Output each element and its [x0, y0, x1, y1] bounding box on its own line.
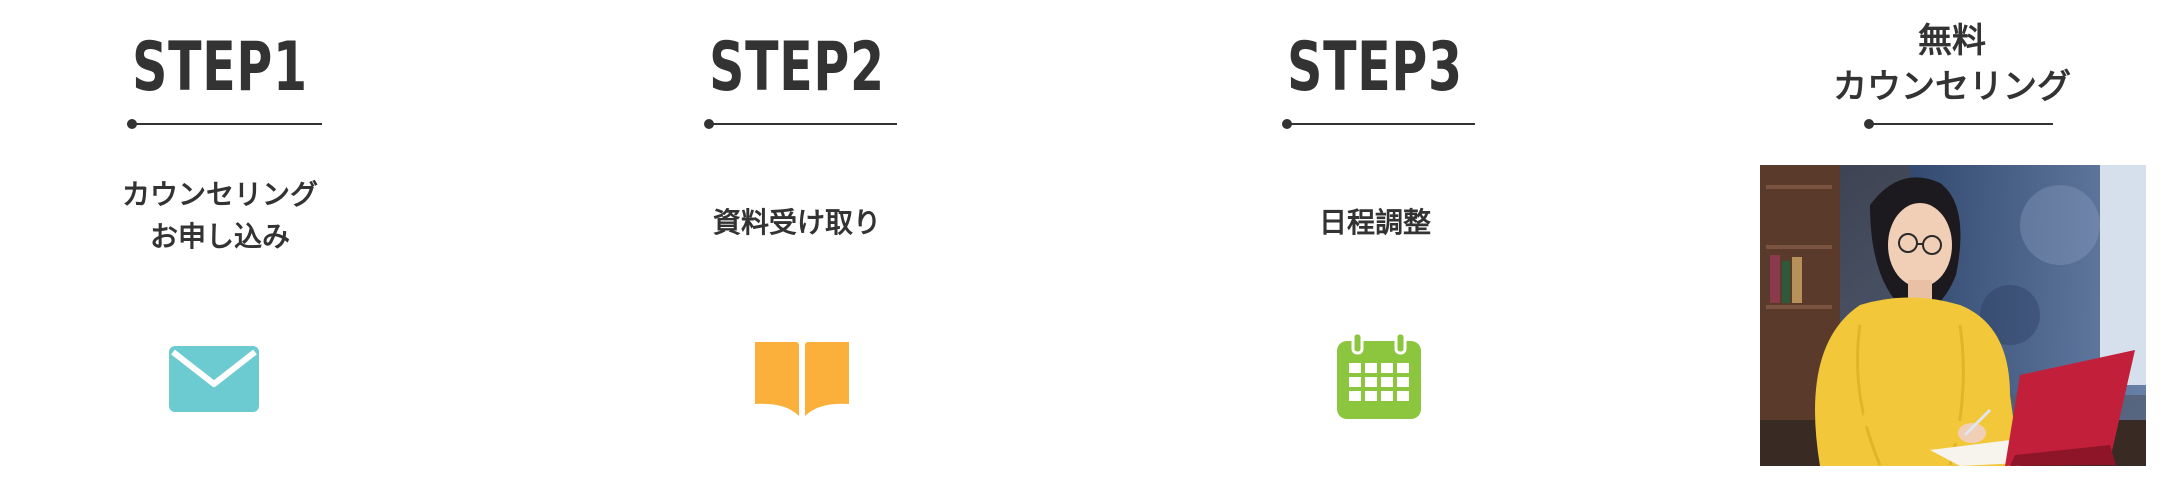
- free-counseling-title: 無料 カウンセリング: [1742, 18, 2162, 110]
- free-counseling-title-line1: 無料: [1918, 21, 1986, 61]
- step-1-divider: [127, 119, 322, 129]
- step-1: STEP1 カウンセリング お申し込み: [10, 0, 430, 498]
- step-2-divider: [704, 119, 897, 129]
- divider-dot: [1864, 119, 1874, 129]
- step-3-description: 日程調整: [1318, 206, 1431, 239]
- step-1-title: STEP1: [132, 28, 308, 107]
- step-3: STEP3 日程調整: [1165, 0, 1585, 498]
- divider-dot: [1282, 119, 1292, 129]
- step-3-title: STEP3: [1287, 28, 1463, 107]
- step-2: STEP2 資料受け取り: [587, 0, 1007, 498]
- free-counseling-title-line2: カウンセリング: [1833, 67, 2071, 107]
- step-3-divider: [1282, 119, 1475, 129]
- step-2-title: STEP2: [709, 28, 885, 107]
- step-1-description: カウンセリング お申し込み: [121, 178, 318, 253]
- free-counseling-divider: [1864, 119, 2053, 129]
- divider-dot: [127, 119, 137, 129]
- open-book-icon: [755, 340, 849, 420]
- counseling-photo: [1760, 165, 2146, 466]
- calendar-icon: [1337, 331, 1421, 423]
- envelope-icon: [169, 346, 259, 416]
- divider-dot: [704, 119, 714, 129]
- step-2-description: 資料受け取り: [712, 206, 881, 239]
